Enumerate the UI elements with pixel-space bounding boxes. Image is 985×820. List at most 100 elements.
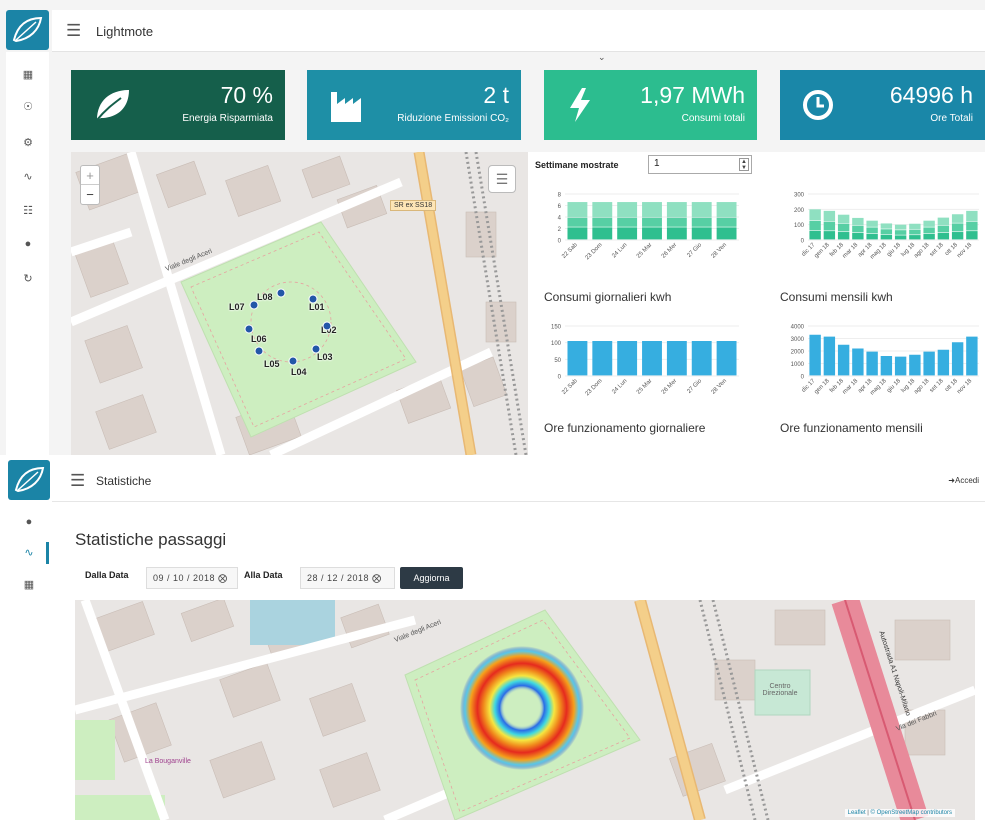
- bar[interactable]: [909, 354, 921, 376]
- bar[interactable]: [642, 217, 662, 227]
- app-logo[interactable]: [6, 10, 49, 50]
- bar[interactable]: [617, 341, 638, 376]
- bar[interactable]: [951, 232, 964, 240]
- refresh-icon[interactable]: ↻: [20, 272, 36, 285]
- zoom-out-button[interactable]: −: [81, 185, 99, 204]
- bar[interactable]: [852, 348, 864, 376]
- bar[interactable]: [567, 227, 588, 240]
- bar[interactable]: [642, 227, 662, 240]
- bar[interactable]: [823, 231, 836, 240]
- bar[interactable]: [809, 230, 821, 240]
- bar[interactable]: [691, 227, 712, 240]
- leaflet-link[interactable]: Leaflet: [848, 810, 866, 816]
- weeks-input[interactable]: 1 ▲ ▼: [648, 155, 752, 174]
- dashboard-icon[interactable]: ●: [21, 516, 37, 528]
- chart-line-icon[interactable]: ∿: [21, 546, 37, 559]
- bar[interactable]: [880, 356, 893, 376]
- clear-date-icon[interactable]: ⨂: [372, 573, 382, 583]
- bar[interactable]: [894, 230, 907, 235]
- bar[interactable]: [937, 225, 950, 233]
- bar[interactable]: [691, 217, 712, 227]
- bar[interactable]: [951, 342, 964, 376]
- bar[interactable]: [592, 227, 613, 240]
- bar[interactable]: [852, 225, 864, 233]
- bar[interactable]: [716, 202, 737, 217]
- bar[interactable]: [894, 356, 907, 376]
- bar[interactable]: [909, 235, 921, 240]
- grid-icon[interactable]: ☷: [20, 204, 36, 217]
- bar[interactable]: [866, 227, 878, 234]
- bar[interactable]: [666, 202, 687, 217]
- binoculars-icon[interactable]: ●: [20, 238, 36, 250]
- bar[interactable]: [937, 232, 950, 240]
- bar[interactable]: [966, 336, 978, 376]
- bar[interactable]: [852, 217, 864, 225]
- bar[interactable]: [567, 217, 588, 227]
- bar[interactable]: [567, 202, 588, 217]
- bar[interactable]: [617, 227, 638, 240]
- update-button[interactable]: Aggiorna: [400, 567, 463, 589]
- hamburger-menu-icon[interactable]: ☰: [66, 22, 81, 39]
- layers-icon[interactable]: ☰: [488, 165, 516, 193]
- bar[interactable]: [923, 227, 935, 234]
- clear-date-icon[interactable]: ⨂: [218, 573, 228, 583]
- bar[interactable]: [617, 217, 638, 227]
- heatmap-map[interactable]: Viale degli Aceri Autostrada A1 Napoli-M…: [75, 600, 975, 820]
- bar[interactable]: [716, 341, 737, 376]
- bar[interactable]: [909, 223, 921, 229]
- gears-icon[interactable]: ⚙: [20, 136, 36, 149]
- zoom-in-button[interactable]: +: [81, 166, 99, 185]
- bar[interactable]: [937, 217, 950, 225]
- login-link[interactable]: ➜Accedi: [948, 476, 979, 485]
- bar[interactable]: [642, 341, 662, 376]
- bar[interactable]: [809, 220, 821, 231]
- bar[interactable]: [592, 202, 613, 217]
- bar[interactable]: [592, 217, 613, 227]
- bar[interactable]: [866, 233, 878, 240]
- bar[interactable]: [567, 341, 588, 376]
- bar[interactable]: [823, 336, 836, 376]
- bar[interactable]: [716, 217, 737, 227]
- bar[interactable]: [837, 214, 850, 223]
- bar[interactable]: [666, 227, 687, 240]
- eye-icon[interactable]: ☉: [20, 100, 36, 113]
- dashboard-icon[interactable]: ▦: [20, 68, 36, 81]
- bar[interactable]: [923, 351, 935, 376]
- bar[interactable]: [966, 210, 978, 221]
- bar[interactable]: [866, 351, 878, 376]
- bar[interactable]: [852, 232, 864, 240]
- grid-icon[interactable]: ▦: [21, 578, 37, 591]
- bar[interactable]: [951, 214, 964, 223]
- chart-line-icon[interactable]: ∿: [20, 170, 36, 183]
- bar[interactable]: [809, 334, 821, 376]
- bar[interactable]: [966, 231, 978, 240]
- bar[interactable]: [642, 202, 662, 217]
- from-date-field[interactable]: 09 / 10 / 2018 ⨂: [146, 567, 238, 589]
- bar[interactable]: [691, 341, 712, 376]
- spinner-icon[interactable]: ▲ ▼: [739, 158, 749, 171]
- bar[interactable]: [823, 221, 836, 231]
- bar[interactable]: [951, 223, 964, 232]
- bar[interactable]: [823, 210, 836, 221]
- to-date-field[interactable]: 28 / 12 / 2018 ⨂: [300, 567, 395, 589]
- chevron-down-icon[interactable]: ⌄: [598, 52, 606, 63]
- bar[interactable]: [837, 344, 850, 376]
- bar[interactable]: [691, 202, 712, 217]
- bar[interactable]: [716, 227, 737, 240]
- app-logo[interactable]: [8, 460, 50, 500]
- bar[interactable]: [937, 349, 950, 376]
- bar[interactable]: [880, 229, 893, 235]
- bar[interactable]: [894, 235, 907, 240]
- bar[interactable]: [666, 341, 687, 376]
- hamburger-menu-icon[interactable]: ☰: [70, 472, 85, 489]
- bar[interactable]: [923, 233, 935, 240]
- bar[interactable]: [617, 202, 638, 217]
- bar[interactable]: [880, 234, 893, 240]
- bar[interactable]: [666, 217, 687, 227]
- bar[interactable]: [866, 220, 878, 227]
- bar[interactable]: [966, 221, 978, 231]
- bar[interactable]: [880, 223, 893, 229]
- bar[interactable]: [923, 220, 935, 227]
- osm-link[interactable]: © OpenStreetMap contributors: [871, 810, 952, 816]
- lamp-map[interactable]: L07 L08 L01 L02 L06 L05 L04 L03 Viale de…: [71, 152, 528, 455]
